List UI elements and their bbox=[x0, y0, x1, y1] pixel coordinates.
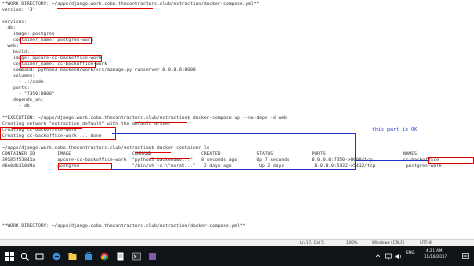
editor-line: **WORK DIRECTORY: ~/apps/django.work.cob… bbox=[2, 2, 260, 7]
notification-icon[interactable] bbox=[460, 249, 470, 263]
compose-command-underline bbox=[135, 122, 187, 123]
editor-line: db: bbox=[2, 26, 16, 31]
workdir-path-underline bbox=[57, 8, 153, 9]
language-indicator[interactable]: ENG bbox=[406, 250, 415, 255]
editor-text-area[interactable]: **WORK DIRECTORY: ~/apps/django.work.cob… bbox=[0, 0, 474, 239]
editor-line: services: bbox=[2, 20, 27, 25]
container-name-postgres-highlight bbox=[20, 37, 92, 44]
chrome-icon[interactable] bbox=[98, 249, 110, 263]
editor-line: web: bbox=[2, 44, 19, 49]
clock-date[interactable]: 11/16/2017 bbox=[424, 254, 447, 259]
editor-line: ~/apps/django.work.cobo.thecontractors.c… bbox=[2, 146, 210, 151]
ls-command-underline bbox=[135, 152, 171, 153]
clock-time[interactable]: 4:21 AM bbox=[426, 248, 442, 253]
connector-top bbox=[112, 133, 356, 134]
editor-line: - db bbox=[2, 104, 30, 109]
editor-line: - "7350:8000" bbox=[2, 92, 55, 97]
editor-line: **EXECUTION: ~/apps/django.work.cobo.the… bbox=[2, 116, 287, 121]
task-view-icon[interactable] bbox=[33, 249, 45, 263]
container-name-backoffice-highlight bbox=[20, 61, 96, 68]
store-icon[interactable] bbox=[82, 249, 94, 263]
editor-line: version: '3' bbox=[2, 8, 36, 13]
network-underline bbox=[12, 128, 82, 129]
edge-browser-icon[interactable] bbox=[50, 249, 62, 263]
editor-line: - .:/code bbox=[2, 80, 44, 85]
tray-chevron-up-icon[interactable] bbox=[374, 249, 382, 263]
text-editor-icon[interactable] bbox=[114, 249, 126, 263]
connector-down bbox=[355, 133, 356, 170]
app-icon[interactable] bbox=[146, 249, 158, 263]
editor-line: depends_on: bbox=[2, 98, 44, 103]
volume-icon[interactable] bbox=[394, 249, 402, 263]
names-column-highlight bbox=[428, 157, 474, 164]
created-header-underline bbox=[150, 158, 190, 159]
connector-right bbox=[356, 160, 428, 161]
status-bar: Ln 17, Col 5 100% Windows (CRLF) UTF-8 bbox=[0, 239, 474, 246]
windows-start-icon[interactable] bbox=[3, 249, 15, 263]
connector-left bbox=[112, 169, 356, 170]
taskbar: ENG 4:21 AM 11/16/2017 bbox=[0, 246, 474, 266]
editor-line: **WORK DIRECTORY: ~/apps/django.cobo.the… bbox=[2, 224, 246, 229]
editor-line: ports: bbox=[2, 86, 30, 91]
editor-line: volumes: bbox=[2, 74, 36, 79]
terminal-icon[interactable] bbox=[130, 249, 142, 263]
search-icon[interactable] bbox=[18, 249, 30, 263]
image-column-highlight bbox=[58, 163, 112, 170]
file-explorer-icon[interactable] bbox=[66, 249, 78, 263]
annotation-note: this part is OK bbox=[372, 127, 418, 133]
network-icon[interactable] bbox=[384, 249, 392, 263]
editor-line: command: python3 backend/work/src/manage… bbox=[2, 68, 196, 73]
